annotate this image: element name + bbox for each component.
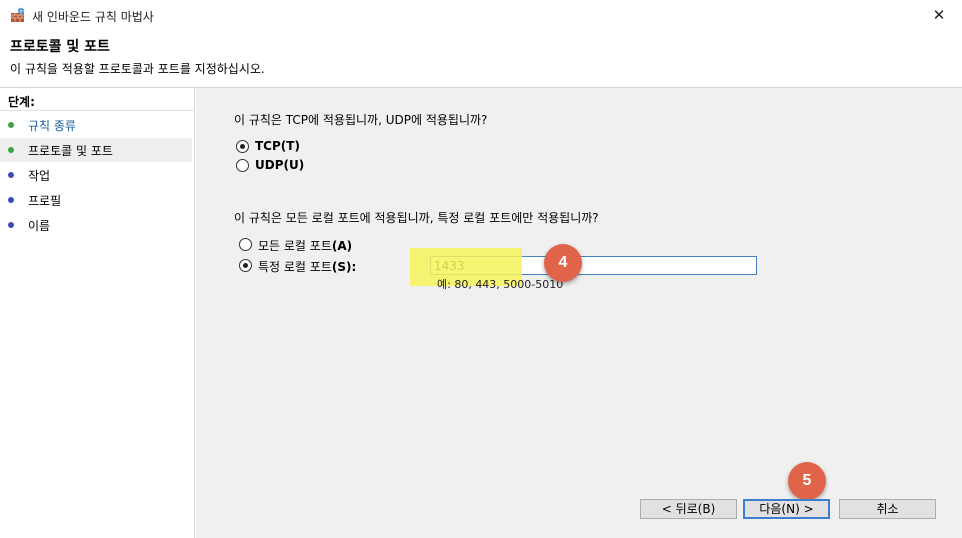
next-button[interactable]: 다음(N) > xyxy=(743,499,830,519)
step-done-icon xyxy=(8,147,14,153)
local-port-input[interactable]: 1433 xyxy=(430,256,757,275)
radio-unchecked-icon xyxy=(236,159,249,172)
step-pending-icon xyxy=(8,222,14,228)
step-label: 작업 xyxy=(28,169,51,183)
back-button[interactable]: < 뒤로(B) xyxy=(640,499,737,519)
radio-checked-icon xyxy=(236,140,249,153)
title-bar: 새 인바운드 규칙 마법사 ✕ xyxy=(0,0,962,30)
port-example-hint: 예: 80, 443, 5000-5010 xyxy=(437,278,564,291)
tcp-radio-label: TCP(T) xyxy=(255,139,300,153)
cancel-button[interactable]: 취소 xyxy=(839,499,936,519)
udp-radio-label: UDP(U) xyxy=(255,158,305,172)
specific-ports-label: 특정 로컬 포트(S): xyxy=(258,260,357,274)
window-title: 새 인바운드 규칙 마법사 xyxy=(32,10,154,24)
radio-unchecked-icon xyxy=(239,238,252,251)
firewall-app-icon xyxy=(11,7,25,22)
radio-checked-icon xyxy=(239,259,252,272)
steps-divider xyxy=(0,110,194,111)
step-pending-icon xyxy=(8,197,14,203)
step-done-icon xyxy=(8,122,14,128)
step-rule-type[interactable]: 규칙 종류 xyxy=(0,113,192,137)
step-label: 프로필 xyxy=(28,194,62,208)
protocol-question: 이 규칙은 TCP에 적용됩니까, UDP에 적용됩니까? xyxy=(234,113,488,127)
step-protocol-ports[interactable]: 프로토콜 및 포트 xyxy=(0,138,192,162)
close-button[interactable]: ✕ xyxy=(916,0,962,30)
steps-sidebar: 단계: 규칙 종류 프로토콜 및 포트 작업 프로필 이름 xyxy=(0,88,195,538)
step-name[interactable]: 이름 xyxy=(0,213,192,237)
steps-title: 단계: xyxy=(8,95,35,109)
step-badge-4: 4 xyxy=(544,244,582,282)
page-subtitle: 이 규칙을 적용할 프로토콜과 포트를 지정하십시오. xyxy=(10,62,265,76)
step-action[interactable]: 작업 xyxy=(0,163,192,187)
step-badge-5: 5 xyxy=(788,462,826,500)
step-label: 프로토콜 및 포트 xyxy=(28,144,113,158)
step-profile[interactable]: 프로필 xyxy=(0,188,192,212)
all-ports-label: 모든 로컬 포트(A) xyxy=(258,239,353,253)
close-icon: ✕ xyxy=(932,6,946,24)
step-pending-icon xyxy=(8,172,14,178)
ports-question: 이 규칙은 모든 로컬 포트에 적용됩니까, 특정 로컬 포트에만 적용됩니까? xyxy=(234,211,599,225)
step-label: 이름 xyxy=(28,219,51,233)
wizard-header: 프로토콜 및 포트 이 규칙을 적용할 프로토콜과 포트를 지정하십시오. xyxy=(0,30,962,86)
page-title: 프로토콜 및 포트 xyxy=(10,39,110,55)
main-panel xyxy=(196,88,962,538)
step-label: 규칙 종류 xyxy=(28,119,76,133)
